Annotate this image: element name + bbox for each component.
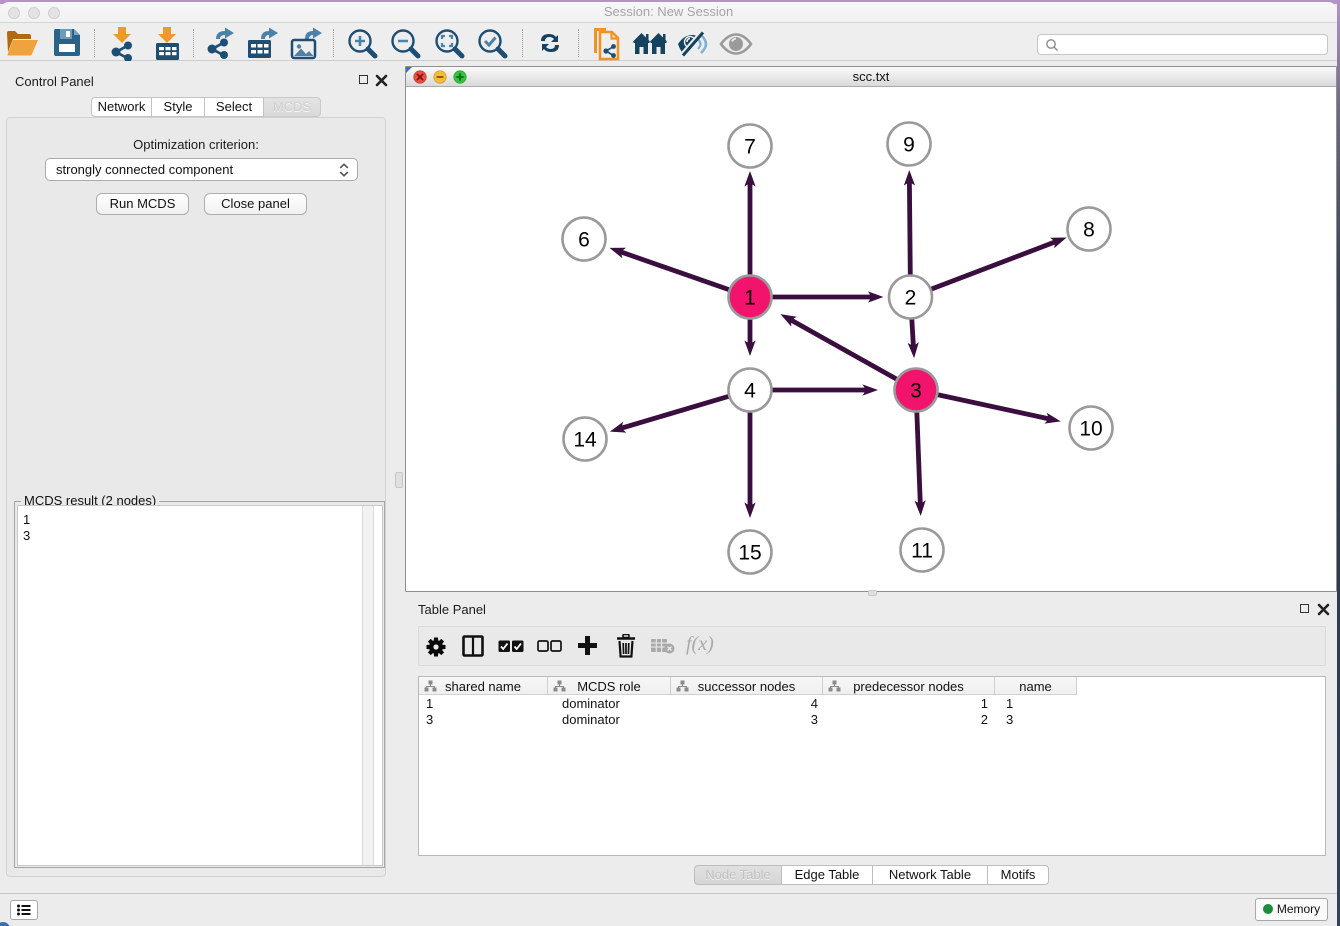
- svg-text:9: 9: [903, 134, 915, 157]
- svg-text:7: 7: [744, 136, 756, 159]
- svg-text:3: 3: [910, 380, 922, 403]
- svg-text:2: 2: [905, 287, 917, 310]
- svg-text:8: 8: [1083, 219, 1095, 242]
- svg-text:10: 10: [1079, 418, 1102, 441]
- svg-text:1: 1: [744, 287, 756, 310]
- svg-text:4: 4: [744, 380, 756, 403]
- svg-text:11: 11: [911, 540, 933, 563]
- svg-text:14: 14: [573, 429, 597, 452]
- svg-text:6: 6: [578, 229, 590, 252]
- svg-text:15: 15: [738, 542, 761, 565]
